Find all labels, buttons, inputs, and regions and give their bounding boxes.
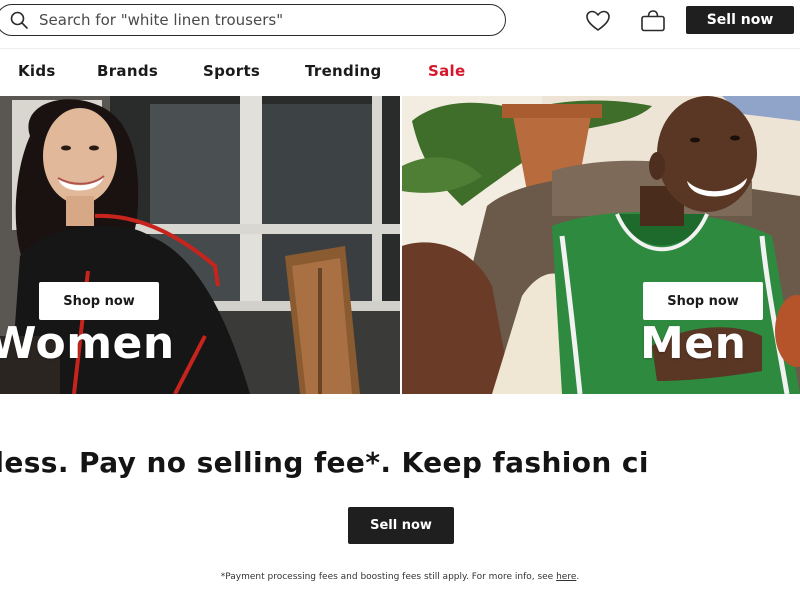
promo-footnote: *Payment processing fees and boosting fe…	[0, 572, 800, 582]
nav-item-trending[interactable]: Trending	[305, 62, 382, 80]
nav-item-sports[interactable]: Sports	[203, 62, 260, 80]
men-shop-now-button[interactable]: Shop now	[643, 282, 763, 320]
women-title: Women	[0, 318, 175, 369]
men-title: Men	[640, 318, 747, 369]
category-nav: Kids Brands Sports Trending Sale	[0, 48, 800, 92]
search-icon	[7, 8, 31, 32]
search-bar[interactable]	[0, 4, 506, 36]
footnote-end: .	[576, 572, 580, 582]
heart-icon[interactable]	[585, 8, 611, 34]
nav-item-kids[interactable]: Kids	[18, 62, 56, 80]
promo-headline: r less. Pay no selling fee*. Keep fashio…	[0, 446, 649, 479]
nav-item-sale[interactable]: Sale	[428, 62, 465, 80]
footnote-text: *Payment processing fees and boosting fe…	[220, 572, 557, 582]
nav-item-brands[interactable]: Brands	[97, 62, 158, 80]
top-header: Sell now	[0, 0, 800, 42]
sell-now-button[interactable]: Sell now	[686, 6, 794, 34]
shopping-bag-icon[interactable]	[640, 8, 666, 34]
men-hero-banner[interactable]: Men Shop now	[402, 96, 800, 394]
search-input[interactable]	[39, 6, 505, 34]
promo-sell-now-button[interactable]: Sell now	[348, 507, 454, 544]
women-hero-banner[interactable]: Women Shop now	[0, 96, 400, 394]
women-shop-now-button[interactable]: Shop now	[39, 282, 159, 320]
footnote-here-link[interactable]: here	[556, 572, 576, 582]
